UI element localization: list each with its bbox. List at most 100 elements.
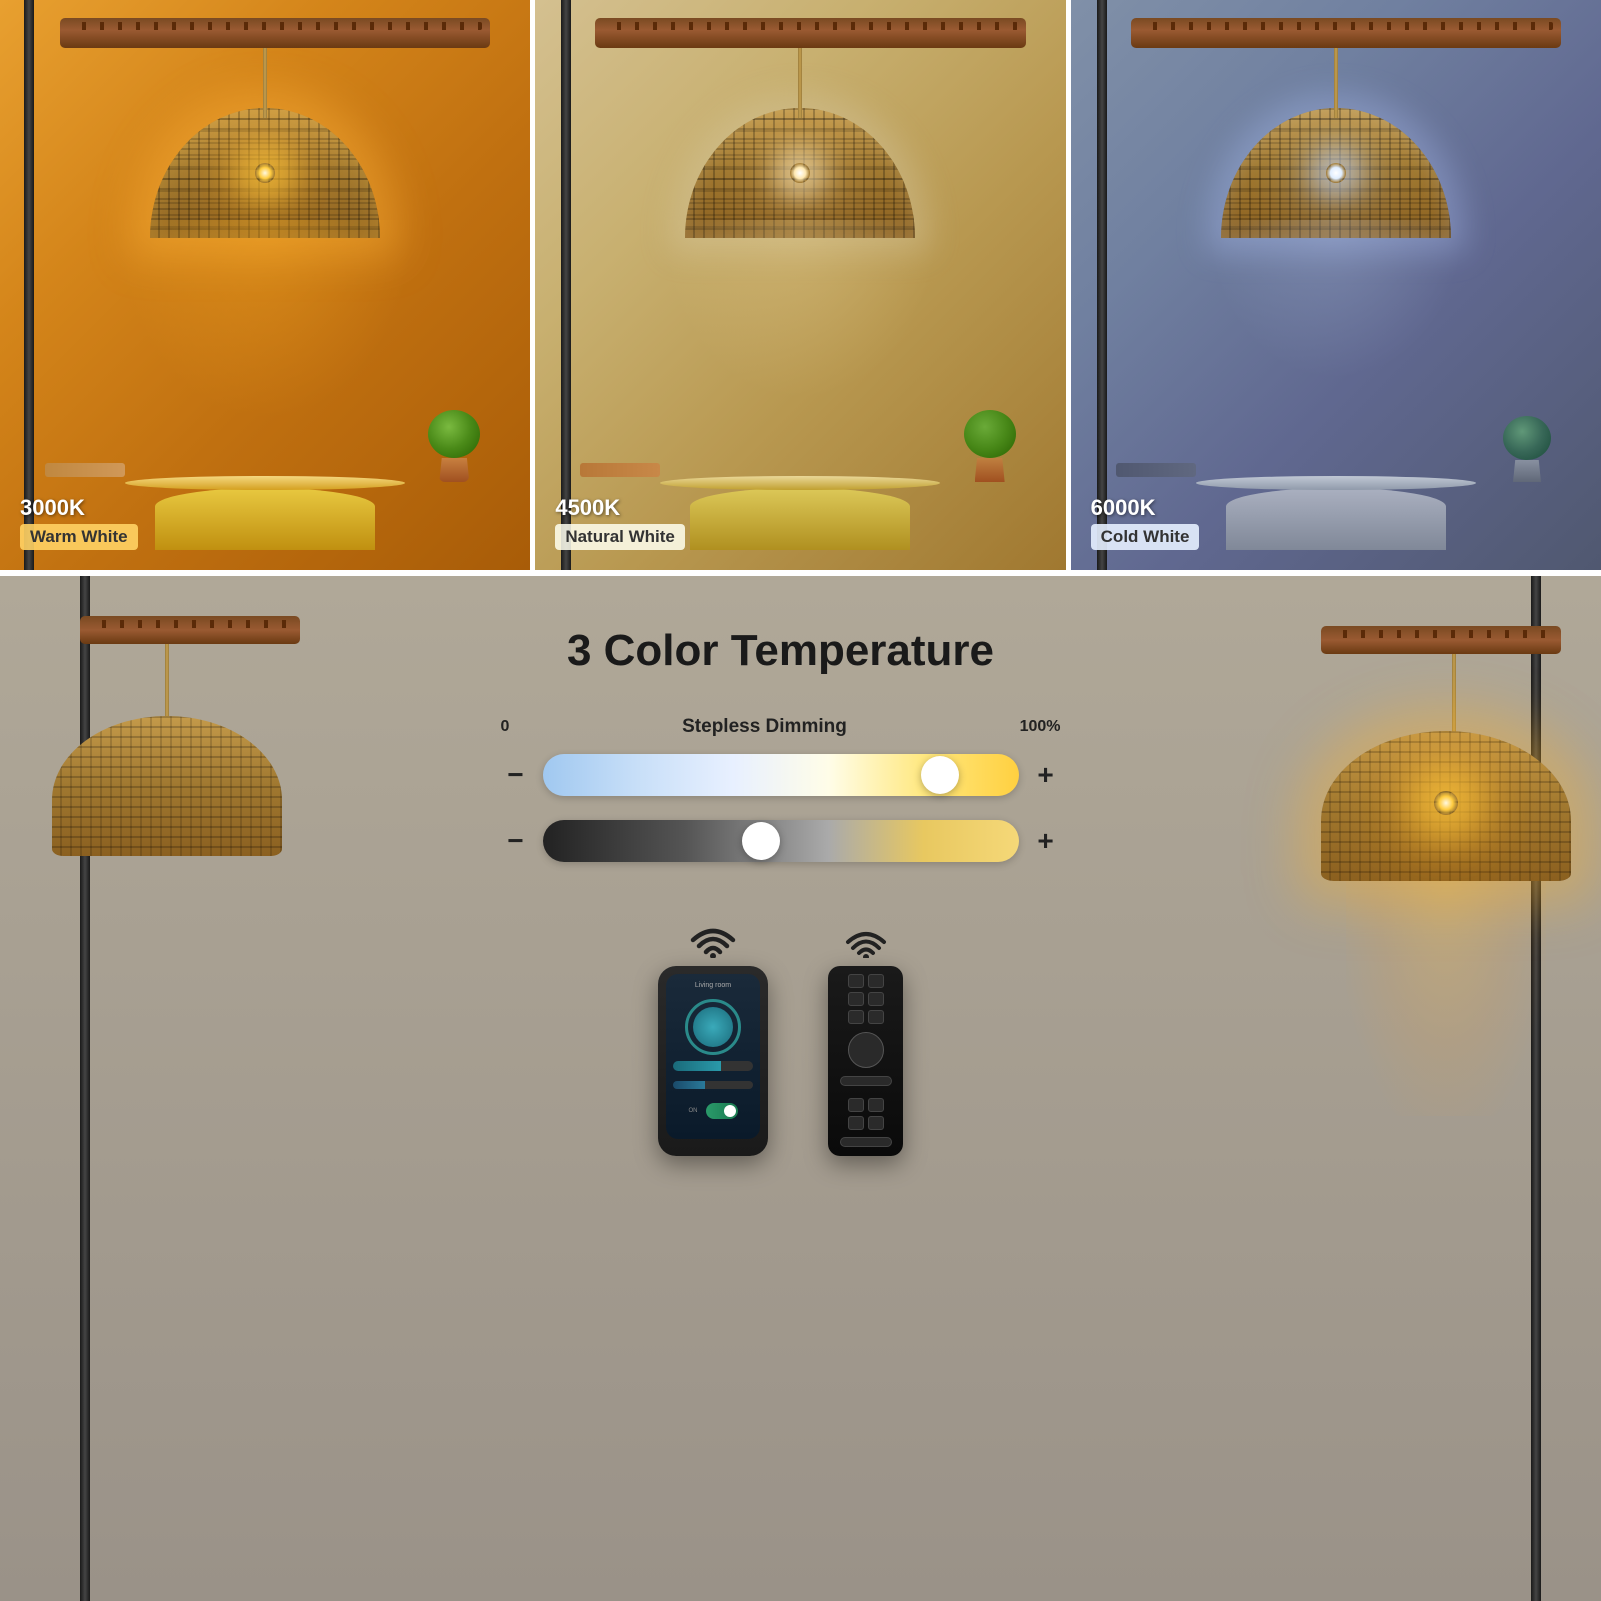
brightness-slider-row: − + <box>501 820 1061 862</box>
book-natural <box>580 463 660 477</box>
natural-white-panel: 4500K Natural White <box>535 0 1065 570</box>
shade-natural <box>685 108 915 238</box>
dim-min: 0 <box>501 718 510 736</box>
plant-natural <box>964 410 1016 482</box>
warm-badge: 3000K Warm White <box>20 495 138 550</box>
phone-toggle-label: ON <box>689 1108 698 1114</box>
phone-container: Living room ON <box>658 920 768 1156</box>
phone-slider <box>673 1061 753 1071</box>
remote-long-btn-2[interactable] <box>840 1137 892 1147</box>
rope-natural <box>798 48 802 118</box>
beam-cold <box>1131 18 1561 48</box>
remote-container <box>828 924 903 1156</box>
cold-type-label: Cold White <box>1091 524 1200 550</box>
shade-cold <box>1221 108 1451 238</box>
remote-btn-3[interactable] <box>848 992 864 1006</box>
phone-toggle-row: ON <box>689 1103 738 1119</box>
brightness-slider-track[interactable] <box>543 820 1019 862</box>
remote-top-row <box>848 974 884 988</box>
natural-kelvin: 4500K <box>555 495 620 521</box>
phone-toggle[interactable] <box>706 1103 738 1119</box>
brightness-slider-thumb[interactable] <box>742 822 780 860</box>
remote-num-3[interactable] <box>848 1116 864 1130</box>
top-lamp-panels: 3000K Warm White <box>0 0 1601 570</box>
beam-warm <box>60 18 490 48</box>
cold-badge: 6000K Cold White <box>1091 495 1200 550</box>
remote-btn-2[interactable] <box>868 974 884 988</box>
plant-cold <box>1503 416 1551 482</box>
plant-warm <box>428 410 480 482</box>
color-temp-plus-btn[interactable]: + <box>1031 759 1061 791</box>
devices-row: Living room ON <box>658 920 903 1156</box>
phone-mockup: Living room ON <box>658 966 768 1156</box>
color-temp-minus-btn[interactable]: − <box>501 759 531 791</box>
bottom-center-info: 3 Color Temperature 0 Stepless Dimming 1… <box>360 576 1201 1601</box>
wifi-icon-remote <box>844 924 888 958</box>
br-pole <box>1531 576 1541 1601</box>
br-shade <box>1321 731 1571 881</box>
bottom-section: 3 Color Temperature 0 Stepless Dimming 1… <box>0 576 1601 1601</box>
color-temp-slider-track[interactable] <box>543 754 1019 796</box>
bottom-left-lamp-area <box>0 576 360 1601</box>
phone-circle <box>685 999 741 1055</box>
remote-num-1[interactable] <box>848 1098 864 1112</box>
remote-num-2[interactable] <box>868 1098 884 1112</box>
dimming-label-row: 0 Stepless Dimming 100% <box>501 716 1061 738</box>
color-temp-slider-thumb[interactable] <box>921 756 959 794</box>
remote-btn-4[interactable] <box>868 992 884 1006</box>
br-light-cone <box>1346 866 1546 1116</box>
rope-warm <box>263 48 267 118</box>
bottom-right-lamp-area <box>1201 576 1601 1601</box>
remote-nav-circle[interactable] <box>848 1032 884 1068</box>
floor-glow-warm <box>115 220 415 420</box>
remote-btn-1[interactable] <box>848 974 864 988</box>
table-leg-warm <box>155 488 375 550</box>
cold-white-panel: 6000K Cold White <box>1071 0 1601 570</box>
natural-lamp-visual: 4500K Natural White <box>535 0 1065 570</box>
beam-natural <box>595 18 1025 48</box>
left-pole-warm <box>24 0 34 570</box>
remote-row3 <box>848 1010 884 1024</box>
remote-num-row1 <box>848 1098 884 1112</box>
remote-row2 <box>848 992 884 1006</box>
remote-long-btn-1[interactable] <box>840 1076 892 1086</box>
wifi-icon-phone <box>688 920 738 958</box>
warm-white-panel: 3000K Warm White <box>0 0 530 570</box>
left-pole-cold <box>1097 0 1107 570</box>
book-warm <box>45 463 125 477</box>
table-leg-natural <box>690 488 910 550</box>
brightness-plus-btn[interactable]: + <box>1031 825 1061 857</box>
warm-kelvin: 3000K <box>20 495 85 521</box>
table-cold <box>1196 476 1476 490</box>
phone-header: Living room <box>672 982 754 989</box>
phone-slider2 <box>673 1081 753 1089</box>
br-beam <box>1321 626 1561 654</box>
color-temp-slider-row: − + <box>501 754 1061 796</box>
table-leg-cold <box>1226 488 1446 550</box>
remote-num-4[interactable] <box>868 1116 884 1130</box>
floor-glow-natural <box>660 220 940 400</box>
remote-btn-6[interactable] <box>868 1010 884 1024</box>
brightness-minus-btn[interactable]: − <box>501 825 531 857</box>
warm-type-label: Warm White <box>20 524 138 550</box>
bl-shade <box>52 716 282 856</box>
cold-lamp-visual: 6000K Cold White <box>1071 0 1601 570</box>
remote-btn-5[interactable] <box>848 1010 864 1024</box>
br-bulb <box>1434 791 1458 815</box>
dim-max: 100% <box>1020 718 1061 736</box>
section-title: 3 Color Temperature <box>567 626 994 676</box>
shade-warm <box>150 108 380 238</box>
phone-screen: Living room ON <box>666 974 760 1139</box>
cold-kelvin: 6000K <box>1091 495 1156 521</box>
natural-badge: 4500K Natural White <box>555 495 685 550</box>
bl-beam <box>80 616 300 644</box>
table-natural <box>660 476 940 490</box>
natural-type-label: Natural White <box>555 524 685 550</box>
remote-num-row2 <box>848 1116 884 1130</box>
table-warm <box>125 476 405 490</box>
warm-lamp-visual: 3000K Warm White <box>0 0 530 570</box>
book-cold <box>1116 463 1196 477</box>
bl-rope <box>165 644 169 724</box>
phone-screen-content: Living room ON <box>666 974 760 1139</box>
dim-label: Stepless Dimming <box>682 716 847 738</box>
